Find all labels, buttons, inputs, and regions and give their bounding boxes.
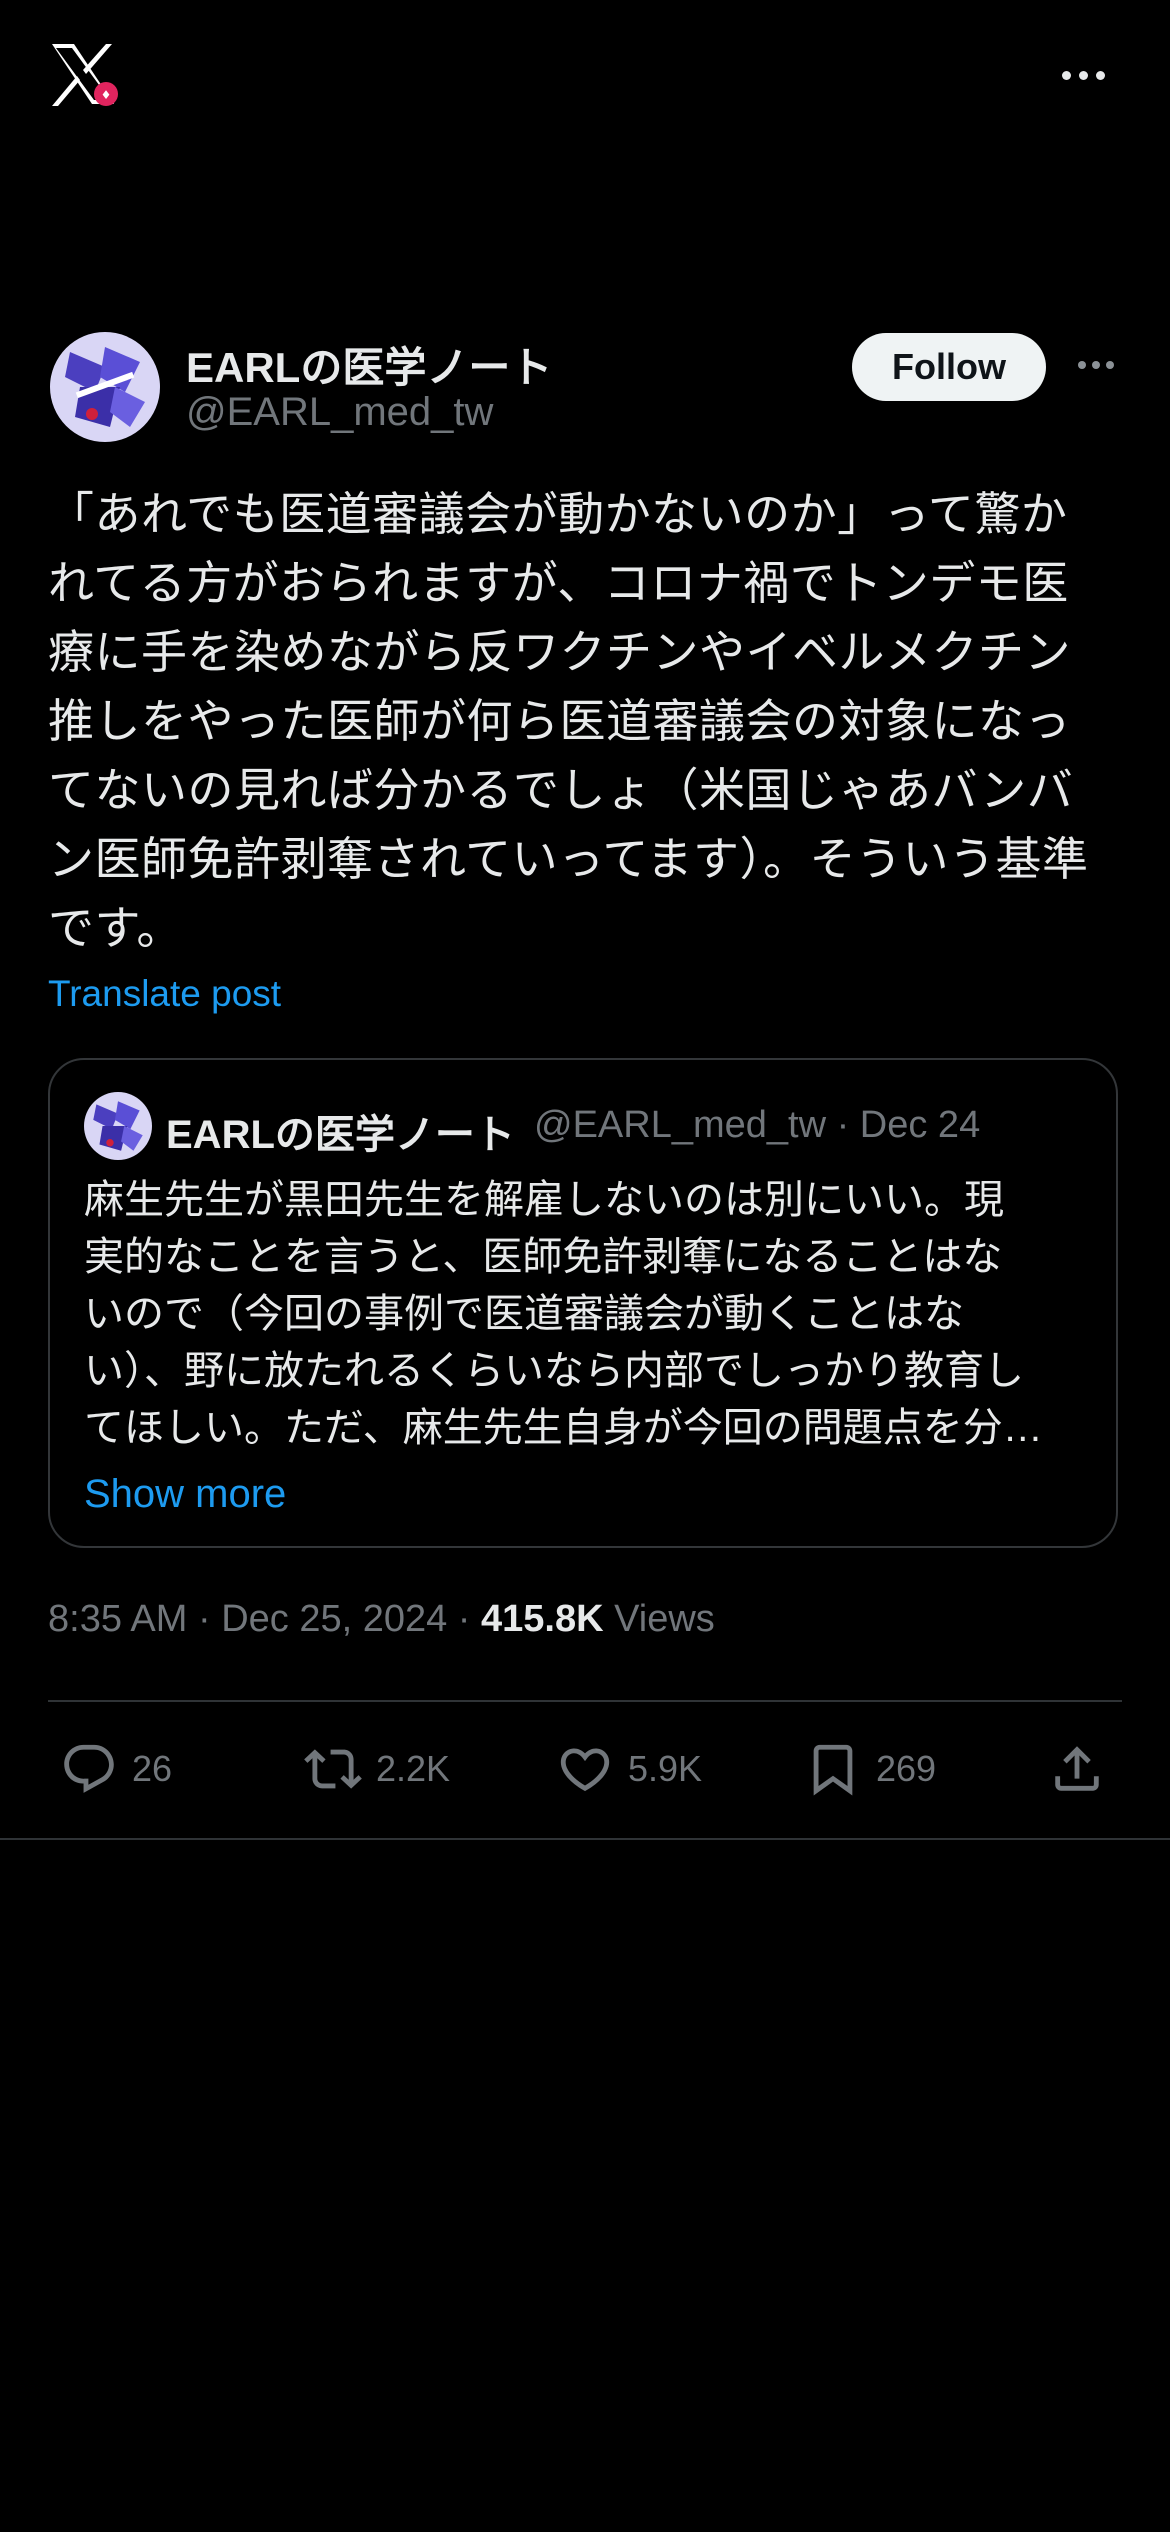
tweet-text: 「あれでも医道審議会が動かないのか」って驚か れてる方がおられますが、コロナ禍で… <box>48 488 1089 954</box>
reply-count: 26 <box>132 1748 173 1789</box>
quote-author-name: EARLの医学ノート <box>166 1113 515 1157</box>
repost-button[interactable]: 2.2K <box>304 1740 450 1798</box>
top-bar: ♦ <box>0 0 1170 150</box>
bookmark-count: 269 <box>876 1748 937 1789</box>
author-name[interactable]: EARLの医学ノート <box>186 334 552 395</box>
reply-button[interactable]: 26 <box>60 1740 172 1798</box>
like-count: 5.9K <box>628 1748 703 1789</box>
quote-text: 麻生先生が黒田先生を解雇しないのは別にいい。現 実的なことを言うと、医師免許剥奪… <box>84 1178 1043 1450</box>
follow-button[interactable]: Follow <box>852 333 1046 401</box>
repost-count: 2.2K <box>376 1748 451 1789</box>
repost-icon <box>304 1749 362 1789</box>
tweet-header: EARLの医学ノート @EARL_med_tw Follow <box>48 330 1122 450</box>
bookmark-button[interactable]: 269 <box>804 1740 936 1798</box>
avatar[interactable] <box>50 332 160 442</box>
dot <box>1106 361 1114 369</box>
show-more-link[interactable]: Show more <box>84 1472 286 1517</box>
svg-text:♦: ♦ <box>101 88 112 102</box>
quote-avatar <box>84 1092 152 1160</box>
share-icon <box>1055 1746 1099 1791</box>
dot <box>1061 70 1071 80</box>
dot <box>1078 70 1088 80</box>
tweet-timestamp: 8:35 AM · Dec 25, 2024 · 415.8K Views <box>48 1598 715 1641</box>
time-text[interactable]: 8:35 AM · Dec 25, 2024 · <box>48 1598 481 1640</box>
like-button[interactable]: 5.9K <box>556 1740 702 1798</box>
heart-icon <box>560 1748 610 1792</box>
x-logo-icon[interactable]: ♦ <box>48 40 118 110</box>
more-icon[interactable] <box>1056 60 1110 90</box>
divider <box>48 1700 1122 1702</box>
author-handle[interactable]: @EARL_med_tw <box>186 390 493 435</box>
action-bar: 26 2.2K 5.9K 269 <box>48 1732 1122 1812</box>
more-icon[interactable] <box>1078 355 1128 375</box>
views-label: Views <box>614 1598 715 1640</box>
tweet: EARLの医学ノート @EARL_med_tw Follow 「あれでも医道審議… <box>48 330 1122 1796</box>
divider <box>0 1838 1170 1840</box>
bookmark-icon <box>813 1744 853 1796</box>
views-count: 415.8K <box>481 1598 604 1640</box>
translate-post-link[interactable]: Translate post <box>48 973 281 1015</box>
quoted-tweet[interactable]: EARLの医学ノート @EARL_med_tw · Dec 24 麻生先生が黒田… <box>48 1058 1118 1548</box>
quote-meta: @EARL_med_tw · Dec 24 <box>534 1104 981 1146</box>
dot <box>1092 361 1100 369</box>
reply-icon <box>64 1744 114 1793</box>
share-button[interactable] <box>1048 1740 1106 1798</box>
dot <box>1078 361 1086 369</box>
dot <box>1095 70 1105 80</box>
